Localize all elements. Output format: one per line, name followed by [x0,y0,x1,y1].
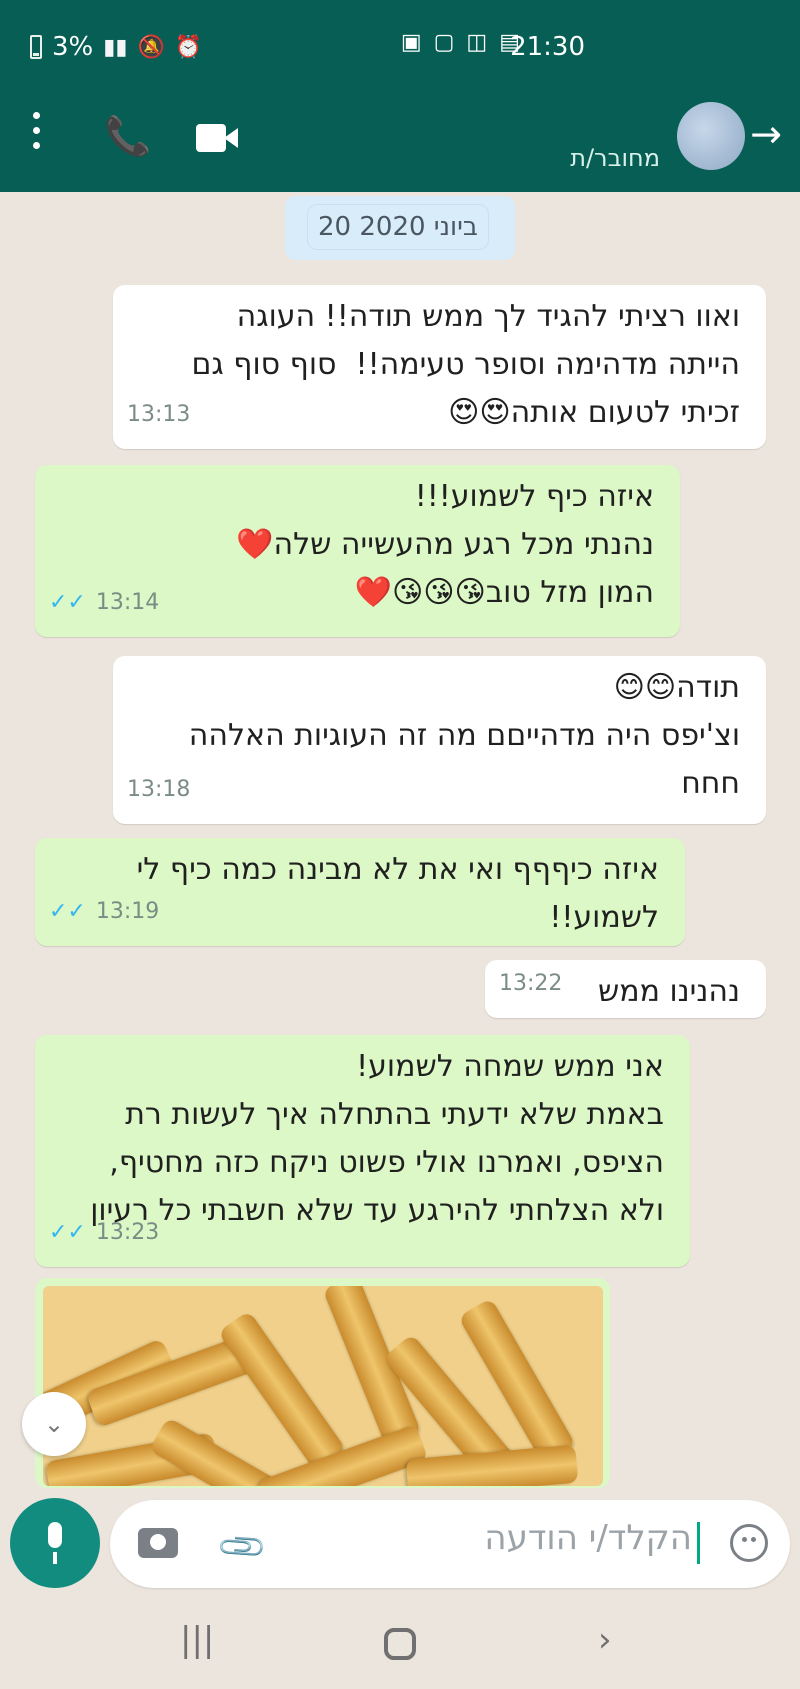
battery-indicator: 3% ▮▮ 🔕 ⏰ [30,32,202,62]
message-time: 13:13 [127,402,191,427]
message-time: 13:23 [95,1220,160,1245]
voicemail-icon: ◫ [466,30,488,55]
double-check-icon: ✓✓ [49,590,86,615]
message-input[interactable]: הקלד/י הודעה [484,1518,692,1558]
message-incoming[interactable]: תודה😊😊 וצ'יפס היה מדהייםם מה זה העוגיות … [113,656,766,824]
double-check-icon: ✓✓ [49,1220,86,1245]
status-bar: 3% ▮▮ 🔕 ⏰ ▣ ▢ ◫ ▤ 21:30 [0,0,800,82]
paperclip-icon[interactable]: 📎 [214,1519,269,1574]
message-outgoing[interactable]: איזה כיף לשמוע!!! נהנתי מכל רגע מהעשייה … [35,465,680,637]
image-message[interactable] [35,1278,610,1488]
message-time: 13:22 [499,971,563,996]
arrow-right-icon[interactable]: → [750,112,782,156]
phone-icon[interactable]: 📞 [104,114,151,159]
message-incoming[interactable]: ואוו רציתי להגיד לך ממש תודה!! העוגה היי… [113,285,766,449]
message-text: ואוו רציתי להגיד לך ממש תודה!! העוגה היי… [191,299,740,430]
message-text: אני ממש שמחה לשמוע! באמת שלא ידעתי בהתחל… [90,1049,664,1228]
alarm-icon: ⏰ [174,34,203,60]
chat-header: 📞 מחובר/ת → [0,82,800,192]
message-time: 13:19 [95,899,160,924]
message-time: 13:18 [127,777,191,802]
message-outgoing[interactable]: איזה כיףףף ואי את לא מבינה כמה כיף לי לש… [35,838,685,946]
date-chip: 20 ביוני 2020 [285,196,515,260]
camera-icon[interactable] [138,1528,178,1558]
contact-status: מחובר/ת [570,144,660,172]
emoji-icon[interactable] [730,1524,768,1562]
message-outgoing[interactable]: אני ממש שמחה לשמוע! באמת שלא ידעתי בהתחל… [35,1035,690,1267]
recent-apps-icon[interactable]: ||| [180,1620,214,1660]
battery-percent: 3% [52,32,94,62]
double-chevron-down-icon[interactable]: ⌄ [22,1392,86,1456]
video-camera-icon[interactable] [196,124,238,152]
text-cursor [697,1522,700,1564]
microphone-icon[interactable] [10,1498,100,1588]
message-composer[interactable]: 📎 הקלד/י הודעה [110,1500,790,1588]
system-navigation-bar: ||| › [0,1600,800,1689]
message-text: תודה😊😊 וצ'יפס היה מדהייםם מה זה העוגיות … [188,670,740,801]
more-vert-icon[interactable] [30,112,44,156]
message-incoming[interactable]: נהנינו ממש 13:22 [485,960,766,1018]
message-time-with-status: ✓✓ 13:23 [49,1209,159,1257]
mute-icon: 🔕 [137,34,165,60]
message-time-with-status: ✓✓ 13:19 [49,888,159,936]
double-check-icon: ✓✓ [49,899,86,924]
message-time-with-status: ✓✓ 13:14 [49,579,159,627]
nav-back-icon[interactable]: › [598,1620,612,1660]
message-time: 13:14 [95,590,160,615]
notification-icons: ▣ ▢ ◫ ▤ [401,30,520,55]
clock: 21:30 [510,32,585,62]
avatar[interactable] [677,102,745,170]
fries-photo[interactable] [43,1286,603,1486]
battery-icon [30,35,42,59]
home-icon[interactable] [384,1628,416,1660]
date-label: 20 ביוני 2020 [307,204,489,250]
image-icon: ▣ [400,30,422,55]
signal-icon: ▮▮ [103,34,128,60]
media-icon: ▢ [433,30,455,55]
